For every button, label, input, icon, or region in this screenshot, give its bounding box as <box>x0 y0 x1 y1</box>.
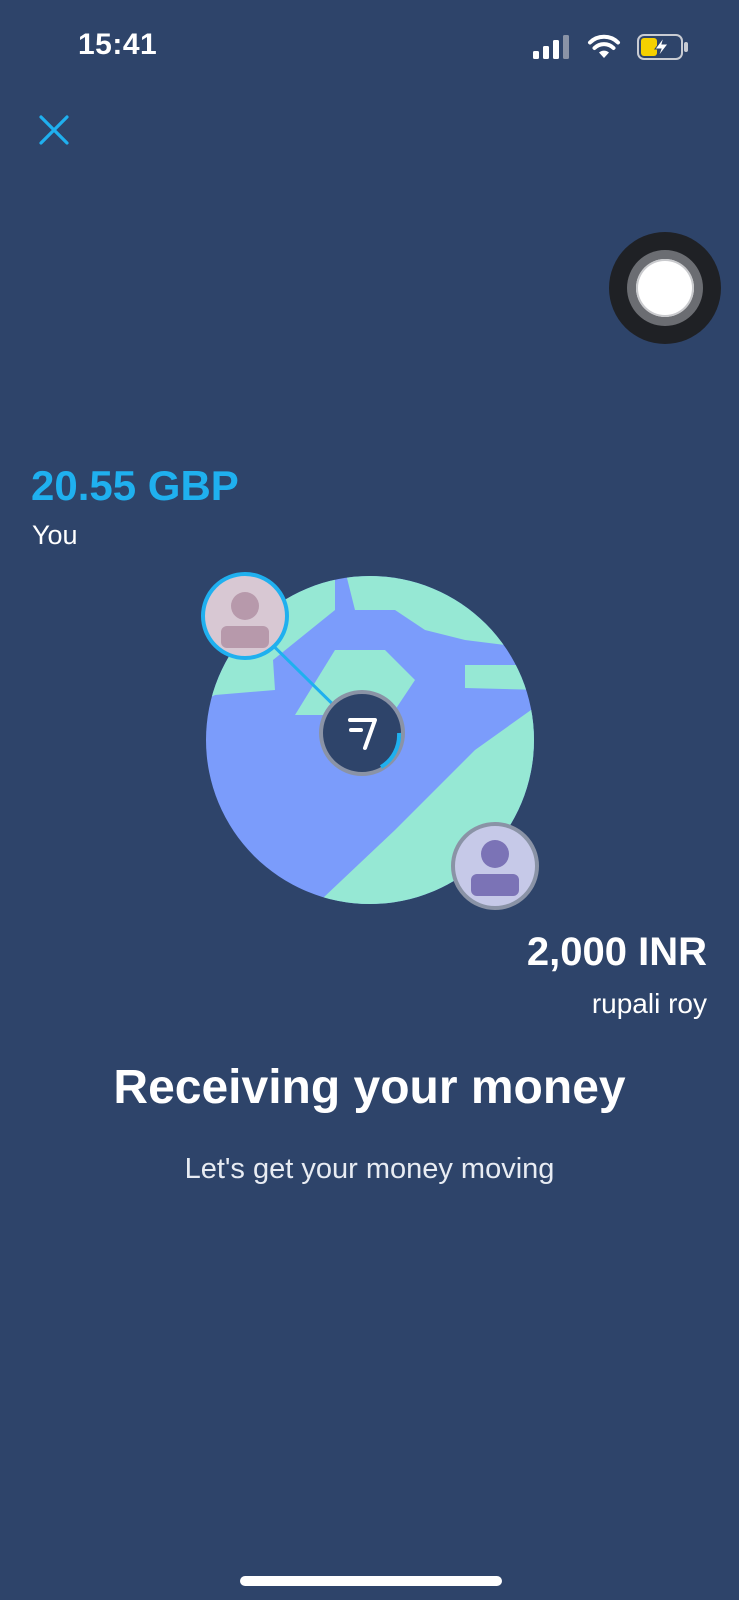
battery-charging-icon <box>637 33 689 65</box>
recipient-amount: 2,000 INR <box>526 930 707 974</box>
home-indicator[interactable] <box>240 1576 502 1586</box>
page-subtitle: Let's get your money moving <box>184 1153 555 1185</box>
wise-logo-icon <box>319 690 405 776</box>
sender-amount: 20.55 GBP <box>31 462 239 509</box>
close-icon <box>39 115 69 145</box>
recipient-avatar <box>451 822 539 910</box>
sender-name: You <box>32 520 78 550</box>
transfer-status-screen: 15:41 20.55 GBP You 2,000 INR rupali roy… <box>0 0 739 1600</box>
status-time: 15:41 <box>78 28 158 61</box>
assistive-touch-button[interactable] <box>609 232 721 344</box>
wifi-icon <box>587 34 621 65</box>
cellular-signal-icon <box>533 34 571 64</box>
page-title: Receiving your money <box>113 1061 626 1114</box>
recipient-name: rupali roy <box>591 988 707 1019</box>
globe-transfer-illustration <box>201 572 539 910</box>
status-icons <box>533 33 689 65</box>
close-button[interactable] <box>34 110 74 150</box>
sender-avatar <box>201 572 289 660</box>
